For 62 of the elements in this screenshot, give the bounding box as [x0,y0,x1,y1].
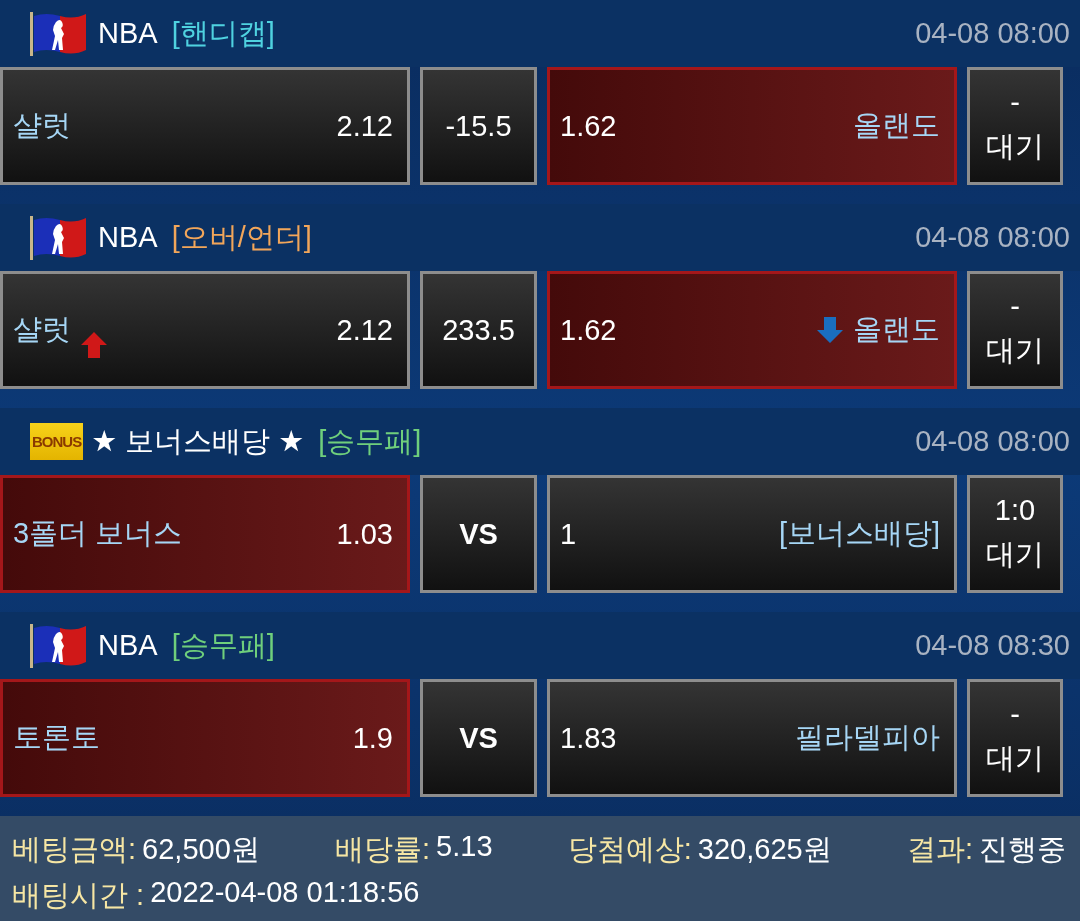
score: - [1010,85,1020,119]
bonus-badge: BONUS [30,423,84,460]
league-title: NBA [98,17,158,50]
odds-value: 1.62 [560,313,617,347]
summary-label: 베팅금액: [12,832,137,867]
team-name: 3폴더 보너스 [13,516,183,551]
score: 1:0 [994,493,1036,527]
home-odds-button[interactable]: 3폴더 보너스 1.03 [0,475,410,593]
summary-value: 62,500원 [142,832,260,867]
team-name: 샬럿 [13,108,71,143]
status: 대기 [986,332,1044,368]
status: 대기 [986,128,1044,164]
market-type: [승무패] [171,627,275,663]
odds-value: 1.9 [352,721,393,755]
flag-icon [30,11,88,56]
odds-value: 2.12 [336,109,393,143]
line-value: -15.5 [420,67,537,185]
summary-label: 당첨예상: [567,832,692,867]
market-type: [핸디캡] [171,15,275,51]
summary-value: 진행중 [979,832,1066,867]
odds-value: 1.03 [336,517,393,551]
match-time: 04-08 08:00 [915,425,1070,458]
match-time: 04-08 08:00 [915,17,1070,50]
team-name: [보너스배당] [778,516,940,551]
odds-value: 2.12 [336,313,393,347]
score: - [1010,697,1020,731]
summary-label: 배팅시간 : [12,878,145,913]
team-name: 올랜도 [853,108,940,143]
odds-value: 1.83 [560,721,617,755]
league-title: ★ 보너스배당 ★ [91,423,305,459]
home-odds-button[interactable]: 샬럿 2.12 [0,67,410,185]
status: 대기 [986,740,1044,776]
team-name: 토론토 [13,720,100,755]
status: 대기 [986,536,1044,572]
summary-label: 결과: [906,832,973,867]
score: - [1010,289,1020,323]
summary-value: 5.13 [436,830,493,864]
league-title: NBA [98,629,158,662]
team-name: 샬럿 [13,312,71,347]
away-odds-button[interactable]: 1.83 필라델피아 [547,679,957,797]
match-time: 04-08 08:00 [915,221,1070,254]
odds-value: 1 [560,517,577,551]
market-type: [오버/언더] [171,219,312,255]
away-odds-button[interactable]: 1.62 올랜도 [547,271,957,389]
league-title: NBA [98,221,158,254]
team-name: 필라델피아 [795,720,940,755]
odds-value: 1.62 [560,109,617,143]
home-odds-button[interactable]: 샬럿 2.12 [0,271,410,389]
line-value: VS [420,475,537,593]
away-odds-button[interactable]: 1.62 올랜도 [547,67,957,185]
home-odds-button[interactable]: 토론토 1.9 [0,679,410,797]
flag-icon [30,215,88,260]
flag-icon [30,623,88,668]
team-name: 올랜도 [853,312,940,347]
line-value: VS [420,679,537,797]
market-type: [승무패] [318,423,422,459]
summary-value: 2022-04-08 01:18:56 [150,876,420,910]
line-value: 233.5 [420,271,537,389]
summary-label: 배당률: [335,832,431,867]
away-odds-button[interactable]: 1 [보너스배당] [547,475,957,593]
summary-value: 320,625원 [697,832,832,867]
match-time: 04-08 08:30 [915,629,1070,662]
